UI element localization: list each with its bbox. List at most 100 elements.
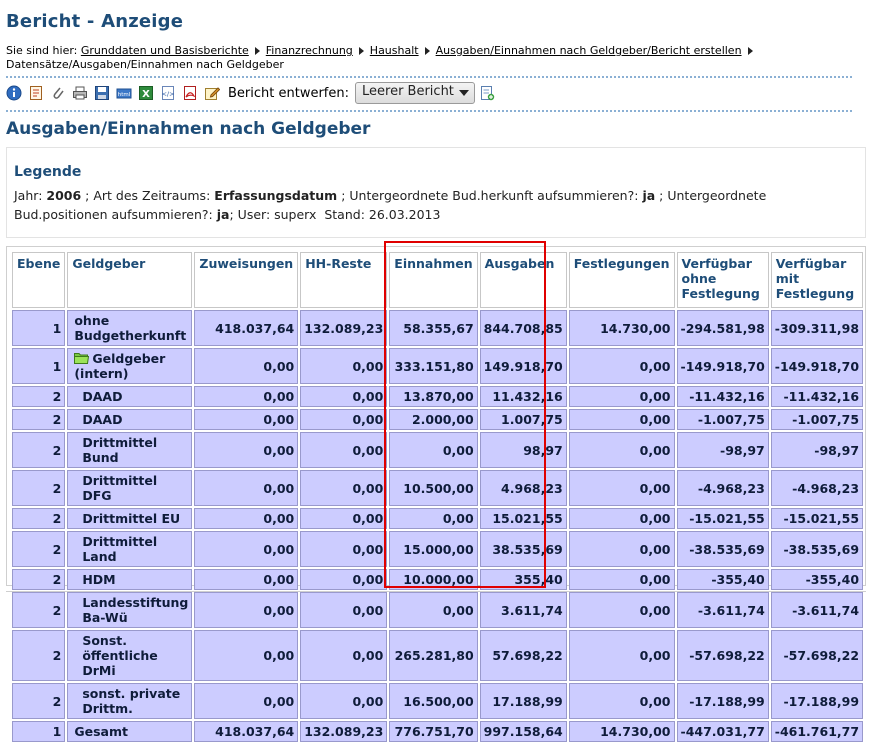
column-header-einnahmen[interactable]: Einnahmen	[389, 252, 478, 308]
breadcrumb-link-bericht-erstellen[interactable]: Ausgaben/Einnahmen nach Geldgeber/Berich…	[436, 44, 742, 57]
ausgaben-cell: 149.918,70	[479, 348, 567, 384]
html-export-icon[interactable]: html	[116, 85, 132, 101]
geldgeber-label: DAAD	[82, 389, 123, 404]
ebene-cell: 2	[12, 569, 66, 590]
column-header-geldgeber[interactable]: Geldgeber	[67, 252, 193, 308]
folder-icon[interactable]	[74, 352, 90, 364]
ebene-cell: 1	[12, 348, 66, 384]
hh-reste-cell: 0,00	[300, 470, 388, 506]
legend-positionen-value: ja	[216, 207, 230, 222]
column-header-ausgaben[interactable]: Ausgaben	[479, 252, 567, 308]
breadcrumb-link-finanzrechnung[interactable]: Finanzrechnung	[266, 44, 353, 57]
report-icon[interactable]	[28, 85, 44, 101]
column-header-ebene[interactable]: Ebene	[12, 252, 66, 308]
verf-mit-cell: -149.918,70	[770, 348, 864, 384]
geldgeber-cell[interactable]: Drittmittel DFG	[67, 470, 193, 506]
save-icon[interactable]	[94, 85, 110, 101]
geldgeber-cell[interactable]: DAAD	[67, 386, 193, 407]
verf-ohne-cell: -294.581,98	[676, 310, 769, 346]
breadcrumb-link-grunddaten[interactable]: Grunddaten und Basisberichte	[81, 44, 249, 57]
geldgeber-cell[interactable]: Landesstiftung Ba-Wü	[67, 592, 193, 628]
verf-mit-cell: -38.535,69	[770, 531, 864, 567]
einnahmen-cell: 15.000,00	[389, 531, 478, 567]
festlegungen-cell: 0,00	[568, 683, 675, 719]
geldgeber-cell[interactable]: Drittmittel EU	[67, 508, 193, 529]
ebene-cell: 2	[12, 531, 66, 567]
verf-mit-cell: -355,40	[770, 569, 864, 590]
breadcrumb-link-haushalt[interactable]: Haushalt	[370, 44, 419, 57]
design-report-select[interactable]: Leerer Bericht	[355, 82, 475, 104]
zuweisungen-cell: 0,00	[194, 569, 299, 590]
zuweisungen-cell: 0,00	[194, 508, 299, 529]
ausgaben-cell: 4.968,23	[479, 470, 567, 506]
geldgeber-cell[interactable]: ohne Budgetherkunft	[67, 310, 193, 346]
geldgeber-cell[interactable]: Gesamt	[67, 721, 193, 742]
verf-ohne-cell: -17.188,99	[676, 683, 769, 719]
geldgeber-label: sonst. private Drittm.	[82, 686, 181, 716]
festlegungen-cell: 14.730,00	[568, 721, 675, 742]
zuweisungen-cell: 0,00	[194, 630, 299, 681]
verf-mit-cell: -309.311,98	[770, 310, 864, 346]
new-report-icon[interactable]	[479, 85, 495, 101]
verf-ohne-cell: -11.432,16	[676, 386, 769, 407]
geldgeber-cell[interactable]: sonst. private Drittm.	[67, 683, 193, 719]
column-header-hh-reste[interactable]: HH-Reste	[300, 252, 388, 308]
verf-ohne-cell: -1.007,75	[676, 409, 769, 430]
geldgeber-cell[interactable]: Drittmittel Bund	[67, 432, 193, 468]
column-header-verfuegbar-mit-festlegung[interactable]: Verfügbar mit Festlegung	[770, 252, 864, 308]
einnahmen-cell: 58.355,67	[389, 310, 478, 346]
einnahmen-cell: 333.151,80	[389, 348, 478, 384]
page-title: Bericht - Anzeige	[6, 11, 184, 32]
svg-text:X: X	[142, 89, 150, 100]
zuweisungen-cell: 0,00	[194, 592, 299, 628]
ebene-cell: 2	[12, 683, 66, 719]
legend-stand: Stand: 26.03.2013	[324, 207, 441, 222]
einnahmen-cell: 265.281,80	[389, 630, 478, 681]
hh-reste-cell: 132.089,23	[300, 721, 388, 742]
ausgaben-cell: 11.432,16	[479, 386, 567, 407]
geldgeber-cell[interactable]: HDM	[67, 569, 193, 590]
breadcrumb-arrow-icon	[358, 46, 364, 55]
breadcrumb-arrow-icon	[424, 46, 430, 55]
ausgaben-cell: 3.611,74	[479, 592, 567, 628]
column-header-festlegungen[interactable]: Festlegungen	[568, 252, 675, 308]
svg-text:</>: </>	[161, 90, 174, 98]
zuweisungen-cell: 0,00	[194, 432, 299, 468]
geldgeber-cell[interactable]: Drittmittel Land	[67, 531, 193, 567]
zuweisungen-cell: 0,00	[194, 409, 299, 430]
einnahmen-cell: 10.500,00	[389, 470, 478, 506]
festlegungen-cell: 0,00	[568, 630, 675, 681]
pdf-export-icon[interactable]	[182, 85, 198, 101]
einnahmen-cell: 0,00	[389, 432, 478, 468]
column-header-zuweisungen[interactable]: Zuweisungen	[194, 252, 299, 308]
ebene-cell: 1	[12, 721, 66, 742]
geldgeber-cell[interactable]: Sonst. öffentliche DrMi	[67, 630, 193, 681]
geldgeber-cell[interactable]: DAAD	[67, 409, 193, 430]
print-icon[interactable]	[72, 85, 88, 101]
festlegungen-cell: 0,00	[568, 470, 675, 506]
info-icon[interactable]	[6, 85, 22, 101]
excel-export-icon[interactable]: X	[138, 85, 154, 101]
ausgaben-cell: 15.021,55	[479, 508, 567, 529]
hh-reste-cell: 0,00	[300, 508, 388, 529]
table-row: 1 ohne Budgetherkunft 418.037,64 132.089,23…	[12, 310, 864, 346]
geldgeber-cell[interactable]: Geldgeber (intern)	[67, 348, 193, 384]
ausgaben-cell: 17.188,99	[479, 683, 567, 719]
attachment-icon[interactable]	[50, 85, 66, 101]
verf-mit-cell: -1.007,75	[770, 409, 864, 430]
einnahmen-cell: 13.870,00	[389, 386, 478, 407]
einnahmen-cell: 10.000,00	[389, 569, 478, 590]
edit-icon[interactable]	[204, 85, 221, 101]
verf-mit-cell: -3.611,74	[770, 592, 864, 628]
toolbar: html X </> Bericht entwerfen: Leerer Ber…	[6, 82, 866, 104]
svg-text:html: html	[118, 92, 131, 98]
geldgeber-label: Drittmittel EU	[82, 511, 181, 526]
verf-mit-cell: -4.968,23	[770, 470, 864, 506]
legend-user: ; User: superx	[229, 207, 317, 222]
breadcrumb: Sie sind hier: Grunddaten und Basisberic…	[6, 44, 861, 72]
verf-mit-cell: -57.698,22	[770, 630, 864, 681]
legend-title: Legende	[14, 164, 82, 180]
column-header-verfuegbar-ohne-festlegung[interactable]: Verfügbar ohne Festlegung	[676, 252, 769, 308]
ausgaben-cell: 1.007,75	[479, 409, 567, 430]
xml-export-icon[interactable]: </>	[160, 85, 176, 101]
